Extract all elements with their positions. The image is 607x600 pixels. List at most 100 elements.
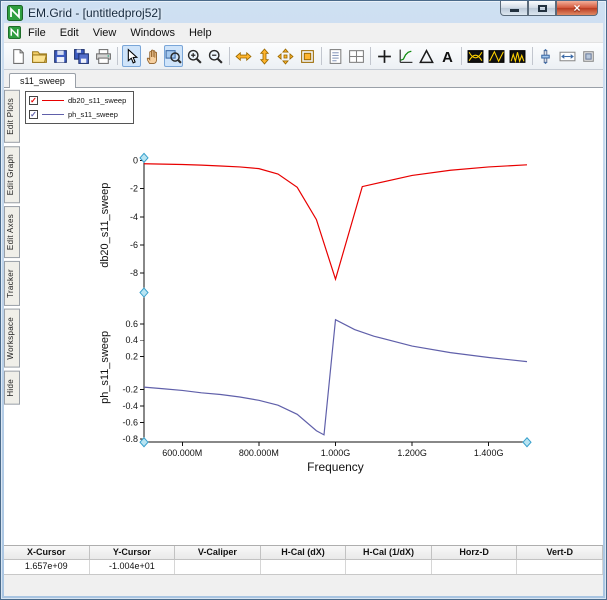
fit-vertical-button[interactable]: [255, 45, 274, 67]
sidebar-tab-edit-axes[interactable]: Edit Axes: [4, 206, 20, 259]
caliper-button[interactable]: [417, 45, 436, 67]
spectrum-button[interactable]: [508, 45, 527, 67]
cursor-table-header: Y-Cursor: [89, 546, 176, 560]
x-axis-title: Frequency: [307, 460, 364, 474]
arrows-box-icon: [559, 51, 576, 61]
horizontal-span-button[interactable]: [558, 45, 577, 67]
sidebar-tab-hide[interactable]: Hide: [4, 370, 20, 405]
fit-all-button[interactable]: [276, 45, 295, 67]
app-window: EM.Grid - [untitledproj52] × File Edit Vie…: [0, 0, 607, 600]
menubar-items: File Edit View Windows Help: [21, 25, 219, 41]
axis-handle-icon[interactable]: [522, 436, 532, 448]
add-marker-button[interactable]: [375, 45, 394, 67]
menu-help[interactable]: Help: [182, 25, 219, 41]
pointer-tool-button[interactable]: [121, 45, 141, 67]
close-icon: ×: [573, 1, 581, 15]
svg-text:-0.8: -0.8: [122, 434, 138, 444]
box-orange-icon: [300, 49, 314, 63]
zoom-window-icon: [165, 49, 182, 64]
cursor-table-value: [346, 560, 432, 574]
svg-text:-0.4: -0.4: [122, 401, 138, 411]
save-button[interactable]: [51, 45, 70, 67]
zoom-in-button[interactable]: [185, 45, 204, 67]
maximize-button[interactable]: [528, 1, 556, 16]
svg-text:-2: -2: [130, 184, 138, 194]
tab-bar: s11_sweep: [4, 70, 603, 88]
minimize-button[interactable]: [500, 1, 528, 16]
y-axis-title: ph_s11_sweep: [99, 331, 111, 404]
menu-windows[interactable]: Windows: [123, 25, 182, 41]
project-window-icon[interactable]: [8, 26, 21, 39]
close-button[interactable]: ×: [556, 1, 598, 16]
toolbar-separator: [461, 47, 463, 65]
sidebar-tab-tracker[interactable]: Tracker: [4, 261, 20, 307]
svg-text:A: A: [442, 49, 453, 64]
vertical-scale-button[interactable]: [536, 45, 555, 67]
cursor-table-header: V-Caliper: [175, 546, 261, 560]
series-db20_s11_sweep: [143, 163, 528, 282]
client-area: File Edit View Windows Help A s11_sweep Edit…: [4, 23, 603, 596]
single-plot-layout-button[interactable]: [326, 45, 345, 67]
menu-edit[interactable]: Edit: [53, 25, 86, 41]
sidebar-tab-workspace[interactable]: Workspace: [4, 309, 20, 368]
y-axis-title: db20_s11_sweep: [99, 183, 111, 268]
cursor-table-value: -1.004e+01: [89, 560, 176, 574]
fit-horizontal-button[interactable]: [234, 45, 253, 67]
minimize-icon: [509, 8, 519, 12]
hand-pan-icon: [146, 49, 157, 64]
legend-checkbox[interactable]: ✓: [29, 110, 38, 119]
axis-handle-icon[interactable]: [139, 287, 149, 298]
plot-area[interactable]: 0 -2 -4 -6 -8 db20_s11_sweep 0.6 0.4 0.2 -0.2 -0.4…: [20, 88, 603, 545]
small-box-icon: [582, 50, 594, 62]
chart-canvas[interactable]: 0 -2 -4 -6 -8 db20_s11_sweep 0.6 0.4 0.2 -0.2 -0.4…: [20, 88, 603, 545]
grid-plot-layout-button[interactable]: [347, 45, 366, 67]
cursor-table-header: H-Cal (dX): [260, 546, 347, 560]
axes-curve-icon: [399, 49, 413, 63]
sidebar-tab-edit-plots[interactable]: Edit Plots: [4, 90, 20, 143]
eye-spectrum-icon: [509, 49, 526, 63]
zoom-out-button[interactable]: [206, 45, 225, 67]
toolbar-separator: [229, 47, 231, 65]
svg-text:0.2: 0.2: [125, 352, 138, 362]
page-lines-icon: [329, 48, 341, 64]
open-button[interactable]: [30, 45, 49, 67]
plus-cross-icon: [377, 49, 391, 63]
zoom-extents-button[interactable]: [298, 45, 317, 67]
maximize-icon: [537, 4, 547, 12]
cross-trace-button[interactable]: [487, 45, 506, 67]
tab-s11-sweep[interactable]: s11_sweep: [9, 73, 76, 88]
folder-open-icon: [32, 50, 48, 63]
legend-checkbox[interactable]: ✓: [29, 96, 38, 105]
new-file-button[interactable]: [9, 45, 28, 67]
zoom-window-button[interactable]: [163, 45, 183, 67]
sidebar-tab-edit-graph[interactable]: Edit Graph: [4, 145, 20, 204]
series-ph_s11_sweep: [143, 318, 528, 436]
cursor-arrow-icon: [127, 47, 138, 64]
eye-diagram-icon: [467, 49, 484, 63]
eye-cross-icon: [488, 49, 505, 63]
svg-text:-4: -4: [130, 212, 138, 222]
svg-text:1.000G: 1.000G: [321, 448, 351, 458]
legend-label: db20_s11_sweep: [68, 96, 127, 105]
pan-tool-button[interactable]: [143, 45, 162, 67]
eye-diagram-button[interactable]: [466, 45, 485, 67]
cursor-table-header: Horz-D: [431, 546, 518, 560]
toolbar-separator: [116, 47, 118, 65]
print-button[interactable]: [94, 45, 113, 67]
cursor-table: X-Cursor Y-Cursor V-Caliper H-Cal (dX) H-Cal…: [4, 545, 603, 574]
cursor-table-header: X-Cursor: [4, 546, 90, 560]
cursor-table-value: [175, 560, 261, 574]
show-axes-button[interactable]: [396, 45, 415, 67]
options-button[interactable]: [579, 45, 598, 67]
floppy-multi-icon: [74, 48, 90, 64]
legend-label: ph_s11_sweep: [68, 110, 118, 119]
add-text-button[interactable]: A: [438, 45, 457, 67]
cursor-table-header: H-Cal (1/dX): [346, 546, 432, 560]
menu-view[interactable]: View: [86, 25, 124, 41]
menu-file[interactable]: File: [21, 25, 53, 41]
save-all-button[interactable]: [72, 45, 91, 67]
page-grid-icon: [348, 49, 364, 63]
delta-triangle-icon: [419, 48, 434, 63]
sidebar-tabs: Edit Plots Edit Graph Edit Axes Tracker Work…: [4, 88, 20, 545]
svg-text:0: 0: [133, 156, 138, 166]
